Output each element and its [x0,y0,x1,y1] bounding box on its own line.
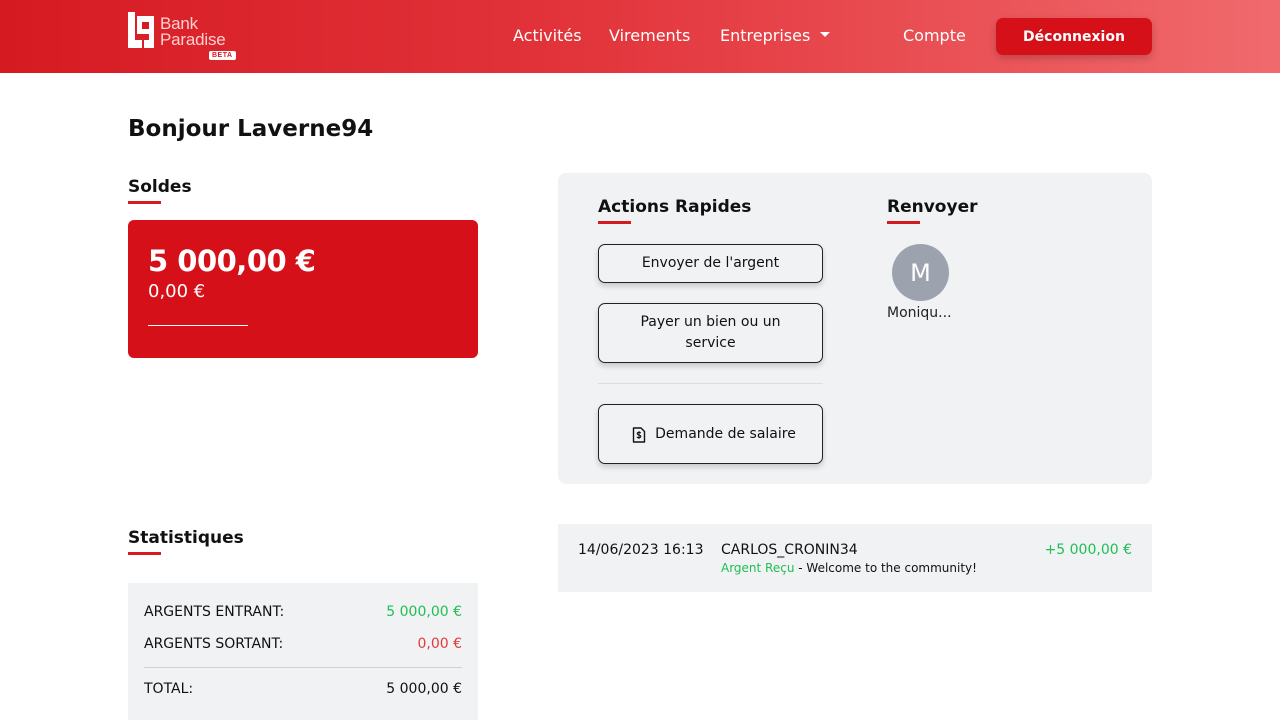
quick-actions-panel: Actions Rapides Envoyer de l'argent Paye… [558,173,1152,484]
top-navbar: Bank Paradise BETA Activités Virements E… [0,0,1280,73]
outgoing-value: 0,00 € [417,636,462,652]
balance-secondary-amount: 0,00 € [148,281,206,302]
stat-row-incoming: ARGENTS ENTRANT: 5 000,00 € [144,604,462,620]
transaction-message: - Welcome to the community! [794,561,977,575]
salary-request-label: Demande de salaire [655,425,796,442]
logout-button[interactable]: Déconnexion [996,18,1152,55]
send-money-button[interactable]: Envoyer de l'argent [598,244,823,283]
transaction-date: 14/06/2023 16:13 [578,542,704,558]
soldes-underline [128,201,161,204]
contact-name[interactable]: Moniqu... [887,305,952,321]
statistics-box: ARGENTS ENTRANT: 5 000,00 € ARGENTS SORT… [128,583,478,720]
stats-underline [128,552,161,555]
transaction-status: Argent Reçu [721,561,795,575]
pay-service-button[interactable]: Payer un bien ou un service [598,303,823,363]
quick-actions-divider [598,383,823,384]
nav-compte[interactable]: Compte [903,26,966,46]
page-title: Bonjour Laverne94 [128,116,374,142]
caret-down-icon [820,32,831,37]
beta-badge: BETA [209,51,236,60]
contact-avatar[interactable]: M [892,244,949,301]
nav-activites[interactable]: Activités [513,26,582,46]
incoming-value: 5 000,00 € [386,604,462,620]
renvoyer-underline [887,221,920,224]
bank-paradise-logo[interactable]: Bank Paradise BETA [128,12,240,62]
outgoing-label: ARGENTS SORTANT: [144,636,284,652]
balance-card[interactable]: 5 000,00 € 0,00 € [128,220,478,358]
stats-title: Statistiques [128,528,244,548]
quick-actions-title: Actions Rapides [598,197,752,217]
total-value: 5 000,00 € [386,681,462,697]
document-dollar-icon [632,427,646,443]
stat-row-total: TOTAL: 5 000,00 € [144,681,462,697]
total-label: TOTAL: [144,681,194,697]
soldes-title: Soldes [128,177,192,197]
balance-main-amount: 5 000,00 € [148,244,316,278]
transaction-counterparty: CARLOS_CRONIN34 [721,542,858,558]
logo-text: Bank Paradise [160,15,226,49]
stat-row-outgoing: ARGENTS SORTANT: 0,00 € [144,636,462,652]
nav-entreprises-label: Entreprises [720,26,811,45]
nav-entreprises[interactable]: Entreprises [720,26,831,46]
transaction-description: Argent Reçu - Welcome to the community! [721,561,977,575]
logo-text-line2: Paradise [160,30,226,49]
transaction-row[interactable]: 14/06/2023 16:13 CARLOS_CRONIN34 Argent … [558,524,1152,592]
balance-divider [148,325,248,326]
quick-actions-underline [598,221,631,224]
incoming-label: ARGENTS ENTRANT: [144,604,285,620]
stats-divider [144,667,462,668]
salary-request-button[interactable]: Demande de salaire [598,404,823,464]
nav-virements[interactable]: Virements [609,26,690,46]
transaction-amount: +5 000,00 € [1044,542,1132,558]
renvoyer-title: Renvoyer [887,197,978,217]
logo-mark-icon [128,12,154,48]
